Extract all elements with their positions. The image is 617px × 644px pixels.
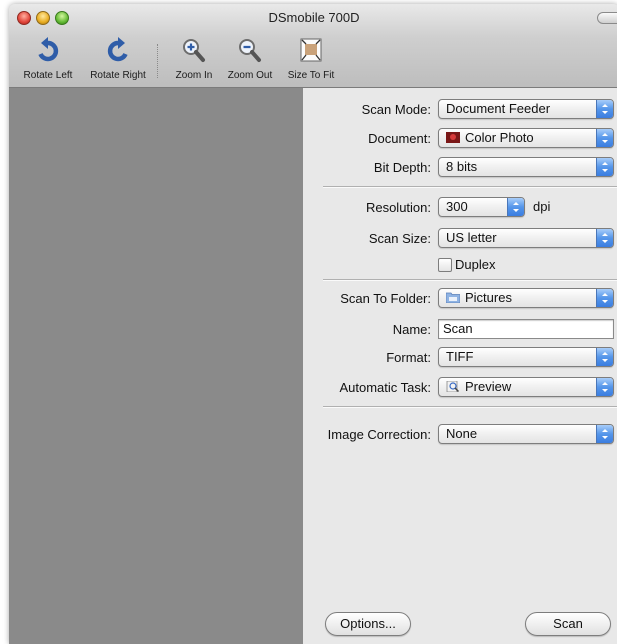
scan-button[interactable]: Scan	[525, 612, 611, 636]
format-value: TIFF	[446, 349, 474, 364]
bit-depth-label: Bit Depth:	[373, 160, 431, 175]
automatic-task-value: Preview	[465, 379, 512, 394]
scan-to-folder-value: Pictures	[465, 290, 512, 305]
duplex-label[interactable]: Duplex	[455, 257, 495, 272]
scan-size-label: Scan Size:	[368, 231, 431, 246]
popup-arrows-icon	[596, 229, 613, 247]
zoom-in-label: Zoom In	[175, 70, 213, 81]
rotate-left-label: Rotate Left	[23, 70, 73, 81]
scan-preview-area	[9, 88, 303, 644]
image-correction-label: Image Correction:	[327, 427, 431, 442]
popup-arrows-icon	[596, 289, 613, 307]
color-photo-icon	[446, 132, 460, 143]
options-button[interactable]: Options...	[325, 612, 411, 636]
window-title: DSmobile 700D	[268, 10, 360, 25]
scan-size-popup[interactable]: US letter	[438, 228, 614, 248]
scan-size-value: US letter	[446, 230, 497, 245]
document-value: Color Photo	[465, 130, 534, 145]
popup-arrows-icon	[596, 378, 613, 396]
format-row: Format: TIFF	[303, 347, 617, 369]
title-bar: DSmobile 700D Rotate Left Rotate Right Z…	[9, 4, 617, 88]
format-popup[interactable]: TIFF	[438, 347, 614, 367]
bit-depth-value: 8 bits	[446, 159, 478, 174]
bit-depth-row: Bit Depth: 8 bits	[303, 157, 617, 179]
popup-arrows-icon	[596, 100, 613, 118]
scan-mode-row: Scan Mode: Document Feeder	[303, 99, 617, 121]
image-correction-value: None	[446, 426, 478, 441]
resolution-value: 300	[446, 199, 468, 214]
size-to-fit-button[interactable]: Size To Fit	[282, 36, 340, 81]
zoom-in-icon	[183, 39, 205, 62]
size-to-fit-icon	[300, 38, 322, 62]
size-to-fit-label: Size To Fit	[287, 70, 335, 81]
document-label: Document:	[368, 131, 431, 146]
rotate-right-button[interactable]: Rotate Right	[83, 36, 153, 81]
bit-depth-popup[interactable]: 8 bits	[438, 157, 614, 177]
document-row: Document: Color Photo	[303, 128, 617, 150]
section-divider	[323, 186, 617, 188]
scan-to-folder-label: Scan To Folder:	[340, 291, 431, 306]
preview-app-icon	[446, 381, 460, 392]
automatic-task-row: Automatic Task: Preview	[303, 377, 617, 399]
format-label: Format:	[386, 350, 431, 365]
popup-arrows-icon	[596, 158, 613, 176]
resolution-label: Resolution:	[365, 200, 431, 215]
name-field[interactable]: Scan	[438, 319, 614, 339]
image-correction-row: Image Correction: None	[303, 424, 617, 446]
popup-arrows-icon	[507, 198, 524, 216]
scan-to-folder-row: Scan To Folder: Pictures	[303, 288, 617, 310]
zoom-out-button[interactable]: Zoom Out	[222, 36, 278, 81]
folder-icon	[446, 292, 460, 303]
resolution-popup[interactable]: 300	[438, 197, 525, 217]
resolution-row: Resolution: 300 dpi	[303, 197, 617, 219]
scan-mode-popup[interactable]: Document Feeder	[438, 99, 614, 119]
scan-mode-label: Scan Mode:	[361, 102, 431, 117]
name-row: Name: Scan	[303, 319, 617, 341]
image-correction-popup[interactable]: None	[438, 424, 614, 444]
scan-mode-value: Document Feeder	[446, 101, 551, 116]
scanner-window: DSmobile 700D Rotate Left Rotate Right Z…	[9, 4, 617, 644]
automatic-task-popup[interactable]: Preview	[438, 377, 614, 397]
rotate-right-label: Rotate Right	[90, 70, 146, 81]
duplex-checkbox[interactable]	[438, 258, 452, 272]
rotate-left-icon	[38, 37, 59, 62]
popup-arrows-icon	[596, 348, 613, 366]
popup-arrows-icon	[596, 129, 613, 147]
popup-arrows-icon	[596, 425, 613, 443]
section-divider	[323, 406, 617, 408]
zoom-out-icon	[239, 39, 261, 62]
resolution-unit: dpi	[533, 199, 551, 214]
scan-to-folder-popup[interactable]: Pictures	[438, 288, 614, 308]
automatic-task-label: Automatic Task:	[339, 380, 431, 395]
section-divider	[323, 279, 617, 281]
scan-settings-panel: Scan Mode: Document Feeder Document: Col…	[303, 88, 617, 644]
toolbar-toggle-button[interactable]	[597, 12, 617, 24]
scan-size-row: Scan Size: US letter	[303, 228, 617, 250]
rotate-left-button[interactable]: Rotate Left	[17, 36, 79, 81]
document-popup[interactable]: Color Photo	[438, 128, 614, 148]
toolbar-separator	[157, 44, 158, 78]
rotate-right-icon	[107, 37, 128, 62]
zoom-in-button[interactable]: Zoom In	[168, 36, 220, 81]
duplex-row: Duplex	[303, 255, 617, 277]
name-label: Name:	[392, 322, 431, 337]
zoom-out-label: Zoom Out	[227, 70, 273, 81]
name-field-value: Scan	[443, 321, 473, 336]
